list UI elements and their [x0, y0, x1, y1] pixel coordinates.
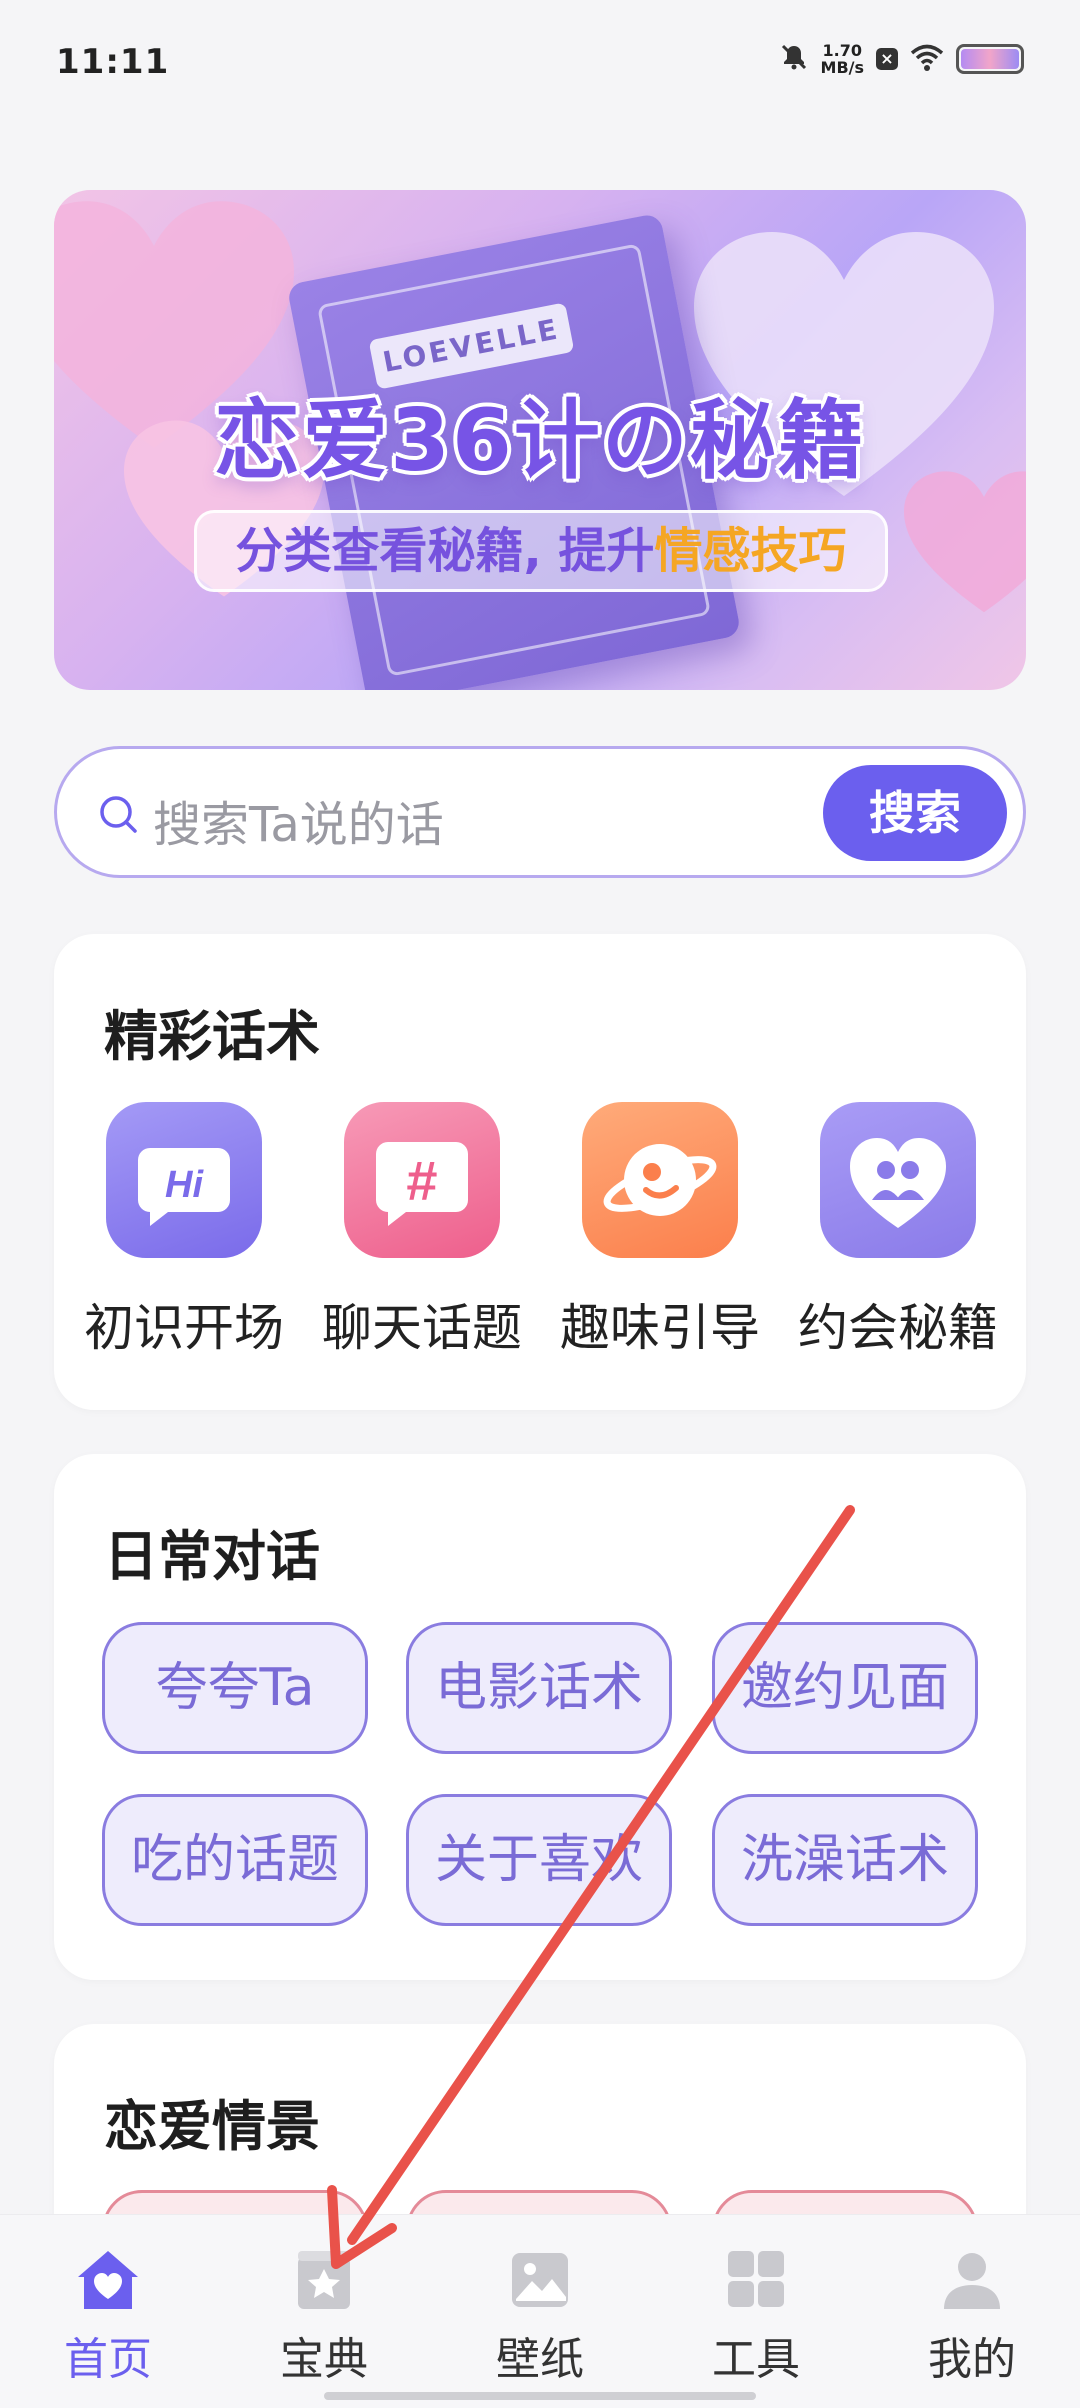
- nav-item-tools[interactable]: 工具: [676, 2249, 836, 2387]
- section-title: 精彩话术: [104, 1005, 320, 1068]
- heart-couple-icon: [820, 1102, 976, 1258]
- nav-item-home[interactable]: 首页: [28, 2249, 188, 2387]
- nav-label: 首页: [64, 2334, 152, 2385]
- chip-invite-meet[interactable]: 邀约见面: [712, 1622, 978, 1754]
- notification-x-icon: ×: [876, 48, 898, 70]
- net-speed-value: 1.70: [822, 41, 862, 60]
- planet-icon: [582, 1102, 738, 1258]
- nav-label: 我的: [928, 2334, 1016, 2385]
- feature-item-chat-topics[interactable]: # 聊天话题: [304, 1102, 540, 1360]
- feature-item-fun-guide[interactable]: 趣味引导: [542, 1102, 778, 1360]
- net-speed: 1.70 MB/s: [821, 42, 864, 76]
- promo-banner[interactable]: LOEVELLE 恋爱36计の秘籍 分类查看秘籍, 提升情感技巧: [54, 190, 1026, 690]
- chip-food-topics[interactable]: 吃的话题: [102, 1794, 368, 1926]
- chip-praise[interactable]: 夸夸Ta: [102, 1622, 368, 1754]
- nav-label: 工具: [712, 2334, 800, 2385]
- featured-scripts-card: 精彩话术 Hi 初识开场 # 聊天话题 趣味引导 约会秘籍: [54, 934, 1026, 1410]
- chip-shower-talk[interactable]: 洗澡话术: [712, 1794, 978, 1926]
- feature-item-first-meeting[interactable]: Hi 初识开场: [66, 1102, 302, 1360]
- search-bar[interactable]: 搜索Ta说的话 搜索: [54, 746, 1026, 878]
- home-heart-icon: [76, 2249, 140, 2311]
- banner-subtitle-text: 分类查看秘籍, 提升: [235, 523, 655, 579]
- net-speed-unit: MB/s: [820, 58, 864, 77]
- banner-subtitle: 分类查看秘籍, 提升情感技巧: [194, 510, 888, 592]
- hi-chat-icon: Hi: [106, 1102, 262, 1258]
- status-bar: 11:11 1.70 MB/s ×: [0, 0, 1080, 130]
- battery-level: [961, 49, 1019, 69]
- banner-title: 恋爱36计の秘籍: [214, 391, 866, 491]
- grid-icon: [724, 2249, 788, 2311]
- status-icons: 1.70 MB/s ×: [779, 42, 1024, 76]
- search-icon: [97, 793, 141, 841]
- app-screen: 11:11 1.70 MB/s × LOEVELLE 恋爱36计の秘籍 分类查看…: [0, 0, 1080, 2408]
- section-title: 日常对话: [104, 1525, 320, 1588]
- feature-label: 初识开场: [84, 1299, 284, 1357]
- bottom-nav: 首页 宝典 壁纸 工具 我的: [0, 2214, 1080, 2408]
- svg-text:Hi: Hi: [165, 1164, 204, 1206]
- chip-movie-talk[interactable]: 电影话术: [406, 1622, 672, 1754]
- nav-item-handbook[interactable]: 宝典: [244, 2249, 404, 2387]
- nav-item-mine[interactable]: 我的: [892, 2249, 1052, 2387]
- battery-icon: [956, 44, 1024, 74]
- feature-label: 聊天话题: [322, 1299, 522, 1357]
- banner-subtitle-highlight: 情感技巧: [654, 523, 847, 579]
- search-input[interactable]: 搜索Ta说的话: [153, 785, 444, 855]
- nav-label: 壁纸: [496, 2334, 584, 2385]
- search-button[interactable]: 搜索: [823, 765, 1007, 861]
- status-time: 11:11: [56, 42, 170, 82]
- bell-muted-icon: [779, 42, 809, 76]
- person-icon: [940, 2249, 1004, 2311]
- hashtag-chat-icon: #: [344, 1102, 500, 1258]
- nav-item-wallpaper[interactable]: 壁纸: [460, 2249, 620, 2387]
- image-icon: [508, 2249, 572, 2311]
- feature-label: 趣味引导: [560, 1299, 760, 1357]
- chip-about-liking[interactable]: 关于喜欢: [406, 1794, 672, 1926]
- feature-item-dating-tips[interactable]: 约会秘籍: [780, 1102, 1016, 1360]
- section-title: 恋爱情景: [104, 2095, 320, 2158]
- home-indicator[interactable]: [324, 2392, 756, 2400]
- svg-text:#: #: [406, 1149, 437, 1212]
- feature-label: 约会秘籍: [798, 1299, 998, 1357]
- daily-conversation-card: 日常对话 夸夸Ta 电影话术 邀约见面 吃的话题 关于喜欢 洗澡话术: [54, 1454, 1026, 1980]
- book-star-icon: [292, 2249, 356, 2311]
- wifi-icon: [910, 43, 944, 75]
- nav-label: 宝典: [280, 2334, 368, 2385]
